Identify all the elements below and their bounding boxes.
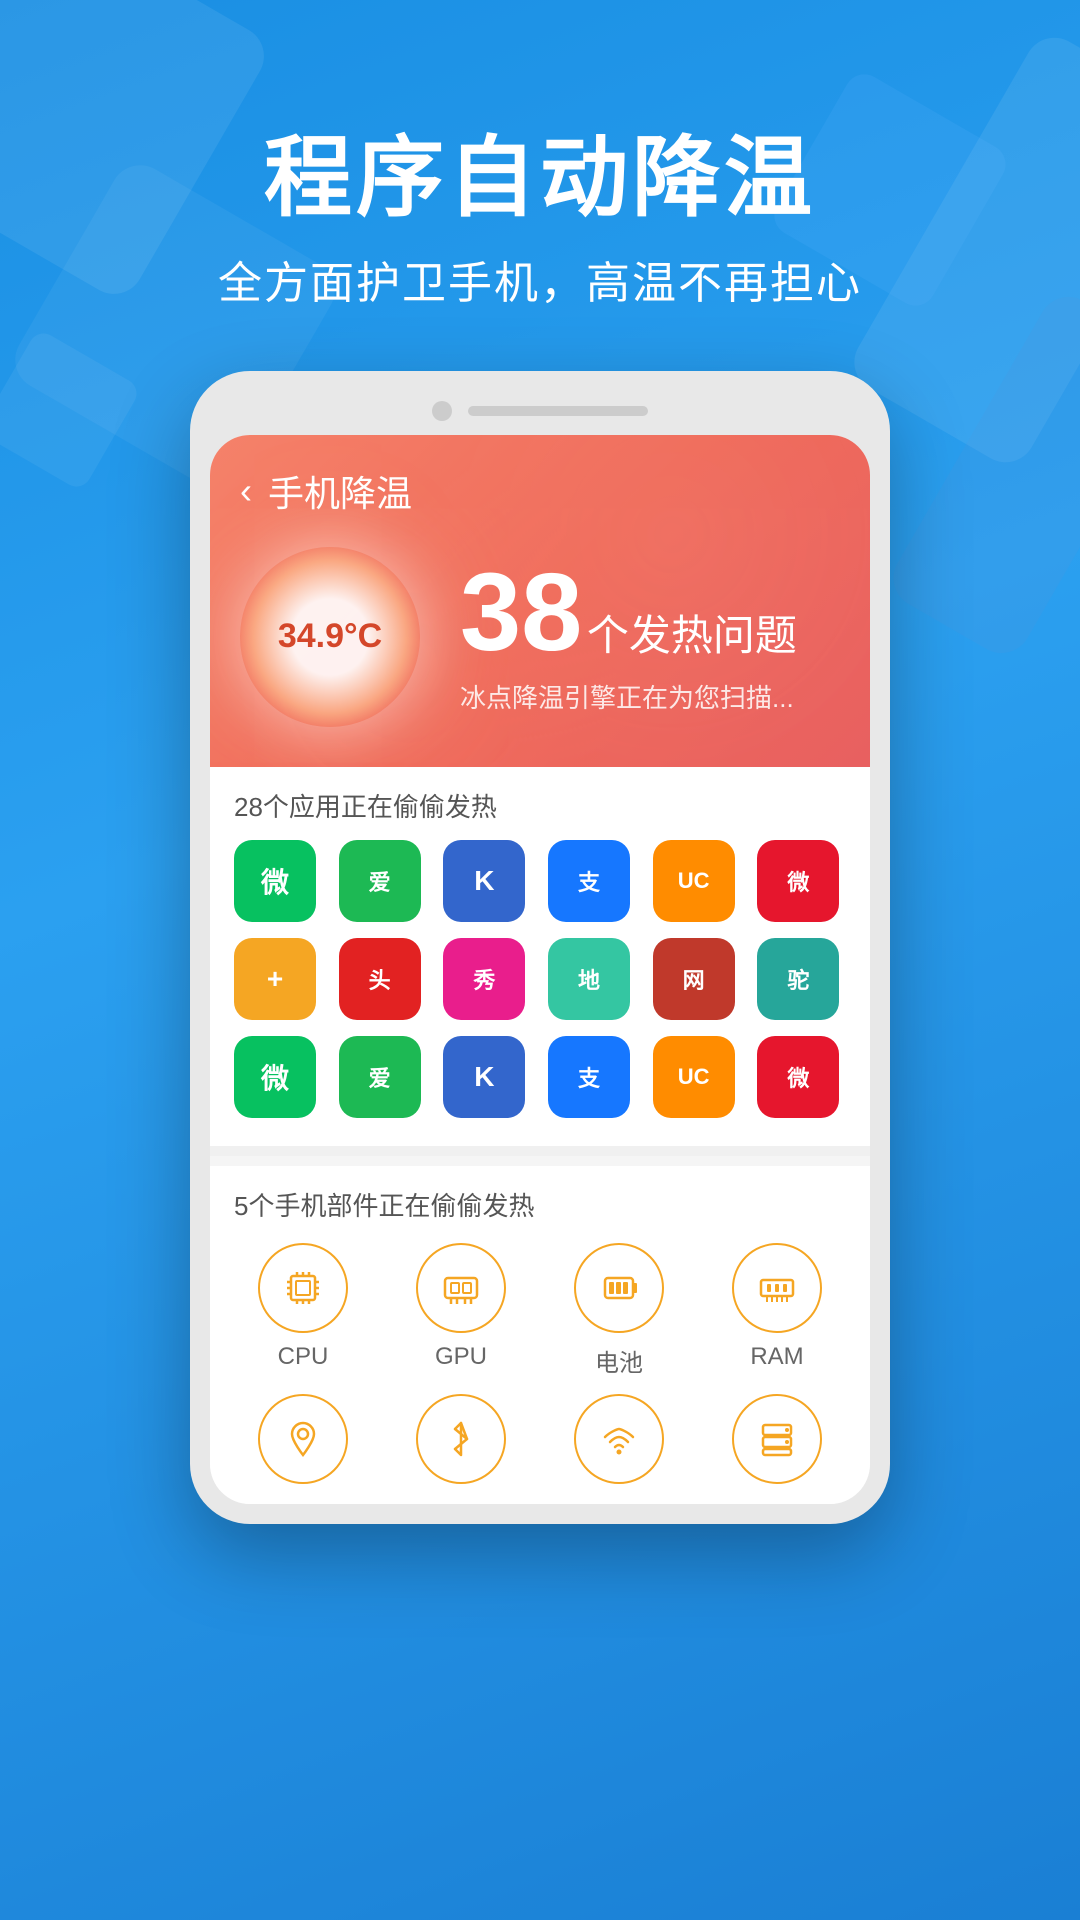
temperature-circle: 34.9°C: [240, 547, 420, 727]
header-section: 程序自动降温 全方面护卫手机，高温不再担心: [0, 0, 1080, 311]
phone-notch: [210, 391, 870, 435]
list-item[interactable]: 秀: [443, 938, 525, 1020]
ram-icon: [753, 1264, 801, 1312]
header-title: 程序自动降温: [0, 130, 1080, 227]
list-item[interactable]: K: [443, 840, 525, 922]
phone-screen: ‹ 手机降温 34.9°C 38 个发热问题 冰点降温引擎正在为您扫描...: [210, 435, 870, 1504]
storage-icon-circle: [732, 1394, 822, 1484]
wifi-icon: [595, 1415, 643, 1463]
component-wifi[interactable]: [550, 1394, 688, 1484]
app-nav: ‹ 手机降温: [240, 465, 840, 517]
component-bluetooth[interactable]: [392, 1394, 530, 1484]
app-header: ‹ 手机降温 34.9°C 38 个发热问题 冰点降温引擎正在为您扫描...: [210, 435, 870, 767]
list-item[interactable]: 驼: [757, 938, 839, 1020]
header-subtitle: 全方面护卫手机，高温不再担心: [0, 247, 1080, 311]
ram-label: RAM: [750, 1343, 803, 1371]
component-grid-row1: CPU: [234, 1243, 846, 1378]
gpu-icon: [437, 1264, 485, 1312]
issues-description: 冰点降温引擎正在为您扫描...: [460, 678, 840, 715]
component-grid-row2: [234, 1394, 846, 1484]
battery-label: 电池: [595, 1343, 643, 1378]
list-item[interactable]: 地: [548, 938, 630, 1020]
app-grid: 微 爱 K 支 UC 微 + 头 秀 地 网 驼 微 爱 K: [234, 840, 846, 1118]
list-item[interactable]: 微: [757, 1036, 839, 1118]
cpu-label: CPU: [278, 1343, 329, 1371]
apps-section-title: 28个应用正在偷偷发热: [234, 787, 846, 824]
phone-speaker: [468, 406, 648, 416]
cpu-icon-circle: [258, 1243, 348, 1333]
issues-label: 个发热问题: [587, 612, 797, 659]
list-item[interactable]: 爱: [339, 1036, 421, 1118]
component-storage[interactable]: [708, 1394, 846, 1484]
wifi-icon-circle: [574, 1394, 664, 1484]
app-content-row: 34.9°C 38 个发热问题 冰点降温引擎正在为您扫描...: [240, 547, 840, 727]
issues-count: 38: [460, 551, 582, 674]
ram-icon-circle: [732, 1243, 822, 1333]
cpu-icon: [279, 1264, 327, 1312]
component-location[interactable]: [234, 1394, 372, 1484]
location-icon-circle: [258, 1394, 348, 1484]
apps-section: 28个应用正在偷偷发热 微 爱 K 支 UC 微 + 头 秀 地 网 驼: [210, 767, 870, 1146]
list-item[interactable]: 头: [339, 938, 421, 1020]
storage-icon: [753, 1415, 801, 1463]
location-icon: [279, 1415, 327, 1463]
components-section: 5个手机部件正在偷偷发热: [210, 1166, 870, 1504]
app-nav-title: 手机降温: [268, 465, 412, 517]
issues-count-row: 38 个发热问题: [460, 558, 840, 668]
phone-mockup: ‹ 手机降温 34.9°C 38 个发热问题 冰点降温引擎正在为您扫描...: [0, 371, 1080, 1524]
component-cpu[interactable]: CPU: [234, 1243, 372, 1378]
gpu-label: GPU: [435, 1343, 487, 1371]
list-item[interactable]: 微: [234, 840, 316, 922]
list-item[interactable]: 爱: [339, 840, 421, 922]
section-separator: [210, 1146, 870, 1156]
list-item[interactable]: UC: [653, 1036, 735, 1118]
list-item[interactable]: UC: [653, 840, 735, 922]
gpu-icon-circle: [416, 1243, 506, 1333]
temperature-value: 34.9°C: [278, 617, 382, 656]
list-item[interactable]: 网: [653, 938, 735, 1020]
component-gpu[interactable]: GPU: [392, 1243, 530, 1378]
phone-frame: ‹ 手机降温 34.9°C 38 个发热问题 冰点降温引擎正在为您扫描...: [190, 371, 890, 1524]
list-item[interactable]: 支: [548, 1036, 630, 1118]
list-item[interactable]: +: [234, 938, 316, 1020]
bluetooth-icon: [437, 1415, 485, 1463]
list-item[interactable]: 微: [234, 1036, 316, 1118]
component-ram[interactable]: RAM: [708, 1243, 846, 1378]
bluetooth-icon-circle: [416, 1394, 506, 1484]
component-battery[interactable]: 电池: [550, 1243, 688, 1378]
list-item[interactable]: 微: [757, 840, 839, 922]
back-button[interactable]: ‹: [240, 470, 252, 512]
issues-area: 38 个发热问题 冰点降温引擎正在为您扫描...: [460, 558, 840, 715]
list-item[interactable]: 支: [548, 840, 630, 922]
phone-camera: [432, 401, 452, 421]
battery-icon-circle: [574, 1243, 664, 1333]
components-title: 5个手机部件正在偷偷发热: [234, 1186, 846, 1223]
list-item[interactable]: K: [443, 1036, 525, 1118]
battery-icon: [595, 1264, 643, 1312]
